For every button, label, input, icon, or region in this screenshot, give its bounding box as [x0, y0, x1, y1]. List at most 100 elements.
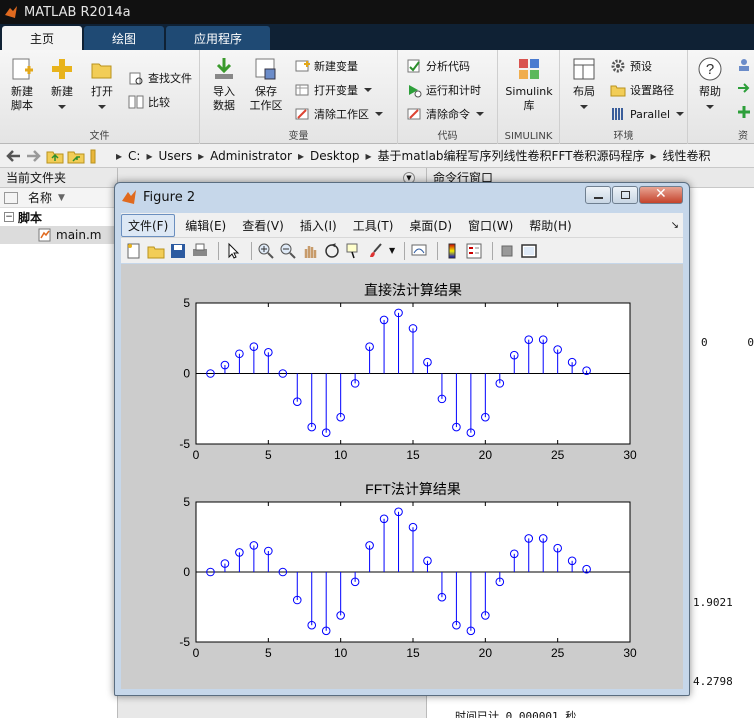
maximize-icon: [621, 191, 630, 199]
find-files-button[interactable]: 查找文件: [128, 68, 192, 88]
menu-view[interactable]: 查看(V): [236, 215, 290, 236]
clear-workspace-icon: [295, 108, 309, 120]
group-label-environment: 环境: [613, 131, 634, 142]
chevron-down-icon: [706, 105, 714, 109]
hide-plot-tools-icon[interactable]: [498, 242, 516, 260]
chevron-down-icon: [375, 112, 383, 116]
colorbar-icon[interactable]: [443, 242, 461, 260]
menu-window[interactable]: 窗口(W): [462, 215, 519, 236]
tab-apps[interactable]: 应用程序: [166, 26, 271, 50]
import-data-icon: [215, 58, 233, 79]
new-variable-button[interactable]: 新建变量: [294, 56, 358, 76]
tab-plots[interactable]: 绘图: [84, 26, 165, 50]
pan-icon[interactable]: [301, 242, 319, 260]
clear-commands-button[interactable]: 清除命令: [406, 104, 484, 124]
name-column-header[interactable]: 名称 ▼: [0, 188, 117, 208]
figure-title: Figure 2: [143, 189, 196, 205]
tree-folder-row[interactable]: − 脚本: [0, 208, 117, 226]
breadcrumb-current-folder[interactable]: 线性卷积: [663, 147, 711, 164]
data-cursor-icon[interactable]: [345, 242, 363, 260]
figure-menubar: 文件(F) 编辑(E) 查看(V) 插入(I) 工具(T) 桌面(D) 窗口(W…: [121, 213, 683, 237]
brush-icon[interactable]: [367, 242, 385, 260]
compare-button[interactable]: 比较: [128, 92, 170, 112]
up-folder-icon[interactable]: [46, 148, 64, 164]
close-icon: ✕: [655, 186, 667, 202]
figure-toolbar: ▼: [121, 237, 683, 263]
command-output-zeros: 0 0: [701, 336, 754, 349]
breadcrumb-drive[interactable]: C:: [128, 149, 140, 163]
brush-dropdown-icon[interactable]: ▼: [389, 246, 395, 255]
show-plot-tools-icon[interactable]: [520, 242, 538, 260]
menu-tools[interactable]: 工具(T): [347, 215, 400, 236]
collapse-icon[interactable]: −: [4, 212, 14, 222]
figure-titlebar[interactable]: Figure 2 ✕: [115, 183, 689, 211]
run-and-time-icon: [409, 85, 422, 98]
group-label-file: 文件: [89, 131, 110, 142]
analyze-code-button[interactable]: 分析代码: [406, 56, 470, 76]
new-variable-icon: [295, 60, 310, 72]
maximize-button[interactable]: [612, 186, 638, 204]
matlab-logo-icon: [122, 190, 136, 204]
menu-help[interactable]: 帮助(H): [523, 215, 577, 236]
dock-arrow-icon[interactable]: ↘: [671, 220, 679, 231]
x-tick-label: 25: [551, 646, 565, 660]
menu-desktop[interactable]: 桌面(D): [403, 215, 458, 236]
breadcrumb-users[interactable]: Users: [158, 149, 192, 163]
group-label-variable: 变量: [288, 131, 309, 142]
ribbon-group-code: 分析代码 运行和计时 清除命令 代码: [398, 50, 498, 144]
print-icon[interactable]: [191, 242, 209, 260]
breadcrumb-desktop[interactable]: Desktop: [310, 149, 360, 163]
legend-icon[interactable]: [465, 242, 483, 260]
breadcrumb-separator: ▸: [198, 148, 205, 163]
clear-workspace-button[interactable]: 清除工作区: [294, 104, 383, 124]
browse-folder-icon[interactable]: [67, 148, 85, 164]
parallel-button[interactable]: Parallel: [610, 104, 685, 124]
chevron-down-icon: [580, 105, 588, 109]
open-button[interactable]: 打开: [80, 56, 124, 113]
axes-direct-method[interactable]: 直接法计算结果0 5 10 15 20 25 30-505: [179, 282, 637, 462]
forward-icon[interactable]: [25, 148, 43, 164]
link-plot-icon[interactable]: [410, 242, 428, 260]
ribbon-tabbar: 主页 绘图 应用程序: [0, 24, 754, 50]
ribbon-group-variable: 导入 数据 保存 工作区 新建变量 打开变量 清除工作区 变量: [200, 50, 398, 144]
tree-file-row[interactable]: main.m: [0, 226, 117, 244]
breadcrumb-administrator[interactable]: Administrator: [210, 149, 292, 163]
rotate-3d-icon[interactable]: [323, 242, 341, 260]
x-tick-label: 25: [551, 448, 565, 462]
toolbar-separator: [404, 241, 406, 260]
new-button[interactable]: 新建: [40, 56, 84, 113]
back-icon[interactable]: [4, 148, 22, 164]
set-path-button[interactable]: 设置路径: [610, 80, 674, 100]
axes-fft-method[interactable]: FFT法计算结果0 5 10 15 20 25 30-505: [179, 481, 637, 660]
save-icon[interactable]: [169, 242, 187, 260]
toolbar-separator: [492, 241, 494, 260]
request-support-icon[interactable]: [736, 80, 752, 96]
simulink-library-button[interactable]: Simulink 库: [504, 56, 554, 113]
menu-insert[interactable]: 插入(I): [294, 215, 343, 236]
save-workspace-button[interactable]: 保存 工作区: [244, 56, 288, 113]
help-button[interactable]: ? 帮助: [688, 56, 732, 113]
open-file-icon[interactable]: [147, 242, 165, 260]
menu-edit[interactable]: 编辑(E): [179, 215, 232, 236]
save-workspace-icon: [255, 58, 276, 80]
menu-file[interactable]: 文件(F): [121, 213, 176, 237]
run-and-time-button[interactable]: 运行和计时: [406, 80, 481, 100]
current-folder-title: 当前文件夹: [0, 168, 117, 188]
new-figure-icon[interactable]: [125, 242, 143, 260]
community-icon[interactable]: [736, 56, 752, 72]
chevron-down-icon: [58, 105, 66, 109]
close-button[interactable]: ✕: [639, 186, 683, 204]
preferences-button[interactable]: 预设: [610, 56, 652, 76]
minimize-button[interactable]: [585, 186, 611, 204]
zoom-in-icon[interactable]: [257, 242, 275, 260]
layout-button[interactable]: 布局: [562, 56, 606, 113]
breadcrumb-project-folder[interactable]: 基于matlab编程写序列线性卷积FFT卷积源码程序: [378, 147, 645, 164]
zoom-out-icon[interactable]: [279, 242, 297, 260]
x-tick-label: 10: [334, 646, 348, 660]
tab-home[interactable]: 主页: [2, 26, 83, 50]
pointer-icon[interactable]: [224, 242, 242, 260]
open-variable-button[interactable]: 打开变量: [294, 80, 372, 100]
new-script-button[interactable]: 新建 脚本: [0, 56, 44, 113]
import-data-button[interactable]: 导入 数据: [202, 56, 246, 113]
add-ons-icon[interactable]: [736, 104, 752, 120]
